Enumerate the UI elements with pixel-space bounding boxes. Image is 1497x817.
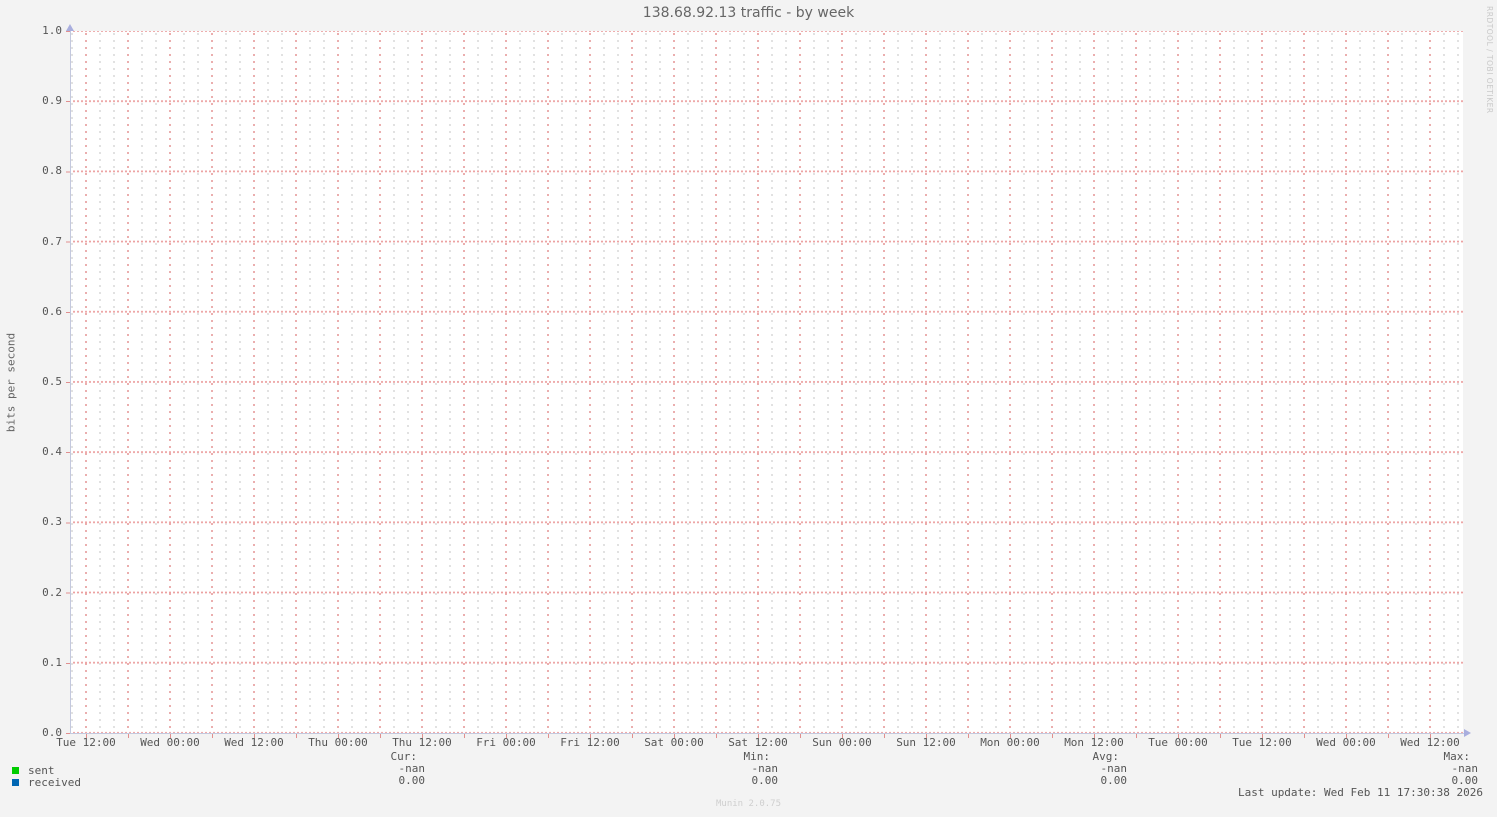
x-axis-arrow-icon (1464, 729, 1471, 737)
x-tick-label: Tue 12:00 (1232, 736, 1292, 749)
plot-area (70, 31, 1463, 733)
stats-avg-received: 0.00 (1100, 774, 1128, 787)
stats-cur-received: 0.00 (398, 774, 426, 787)
y-axis-arrow-icon (66, 24, 74, 31)
y-tick-label: 0.8 (42, 164, 62, 177)
x-tick-label: Tue 00:00 (1148, 736, 1208, 749)
x-tick-label: Wed 00:00 (140, 736, 200, 749)
x-tick-label: Wed 12:00 (224, 736, 284, 749)
x-axis-line (70, 733, 1467, 734)
sent-swatch-icon (12, 766, 19, 774)
x-tick-label: Wed 12:00 (1400, 736, 1460, 749)
y-tick-label: 1.0 (42, 24, 62, 37)
y-tick-label: 0.6 (42, 305, 62, 318)
munin-traffic-graph: 138.68.92.13 traffic - by week bits per … (0, 0, 1497, 817)
last-update-text: Last update: Wed Feb 11 17:30:38 2026 (1237, 786, 1483, 799)
legend-item-received: received (12, 775, 81, 789)
y-tick-label: 0.3 (42, 515, 62, 528)
received-swatch-icon (12, 778, 19, 786)
x-tick-label: Sun 00:00 (812, 736, 872, 749)
y-tick-label: 0.4 (42, 445, 62, 458)
y-tick-label: 0.5 (42, 375, 62, 388)
stats-column-max: Max: -nan 0.00 (1348, 751, 1479, 787)
x-tick-label: Thu 00:00 (308, 736, 368, 749)
chart-title: 138.68.92.13 traffic - by week (642, 5, 855, 21)
x-tick-label: Sun 12:00 (896, 736, 956, 749)
y-tick-label: 0.1 (42, 656, 62, 669)
x-tick-label: Sat 00:00 (644, 736, 704, 749)
x-tick-label: Sat 12:00 (728, 736, 788, 749)
x-tick-label: Mon 12:00 (1064, 736, 1124, 749)
y-tick-label: 0.9 (42, 94, 62, 107)
munin-version-text: Munin 2.0.75 (715, 799, 782, 809)
legend-label-received: received (28, 775, 81, 789)
legend-item-sent: sent (12, 764, 81, 777)
stats-column-avg: Avg: -nan 0.00 (997, 751, 1128, 787)
rrdtool-watermark: RRDTOOL / TOBI OETIKER (1485, 6, 1494, 114)
x-tick-label: Tue 12:00 (56, 736, 116, 749)
y-tick-label: 0.2 (42, 586, 62, 599)
stats-min-received: 0.00 (751, 774, 779, 787)
y-tick-label: 0.7 (42, 235, 62, 248)
y-axis-label: bits per second (4, 332, 18, 433)
x-tick-label: Fri 00:00 (476, 736, 536, 749)
stats-column-cur: Cur: -nan 0.00 (295, 751, 426, 787)
x-tick-label: Fri 12:00 (560, 736, 620, 749)
stats-column-min: Min: -nan 0.00 (648, 751, 779, 787)
x-tick-label: Mon 00:00 (980, 736, 1040, 749)
y-axis-line (70, 27, 71, 734)
x-tick-label: Thu 12:00 (392, 736, 452, 749)
x-tick-label: Wed 00:00 (1316, 736, 1376, 749)
legend: sent received (12, 764, 81, 789)
